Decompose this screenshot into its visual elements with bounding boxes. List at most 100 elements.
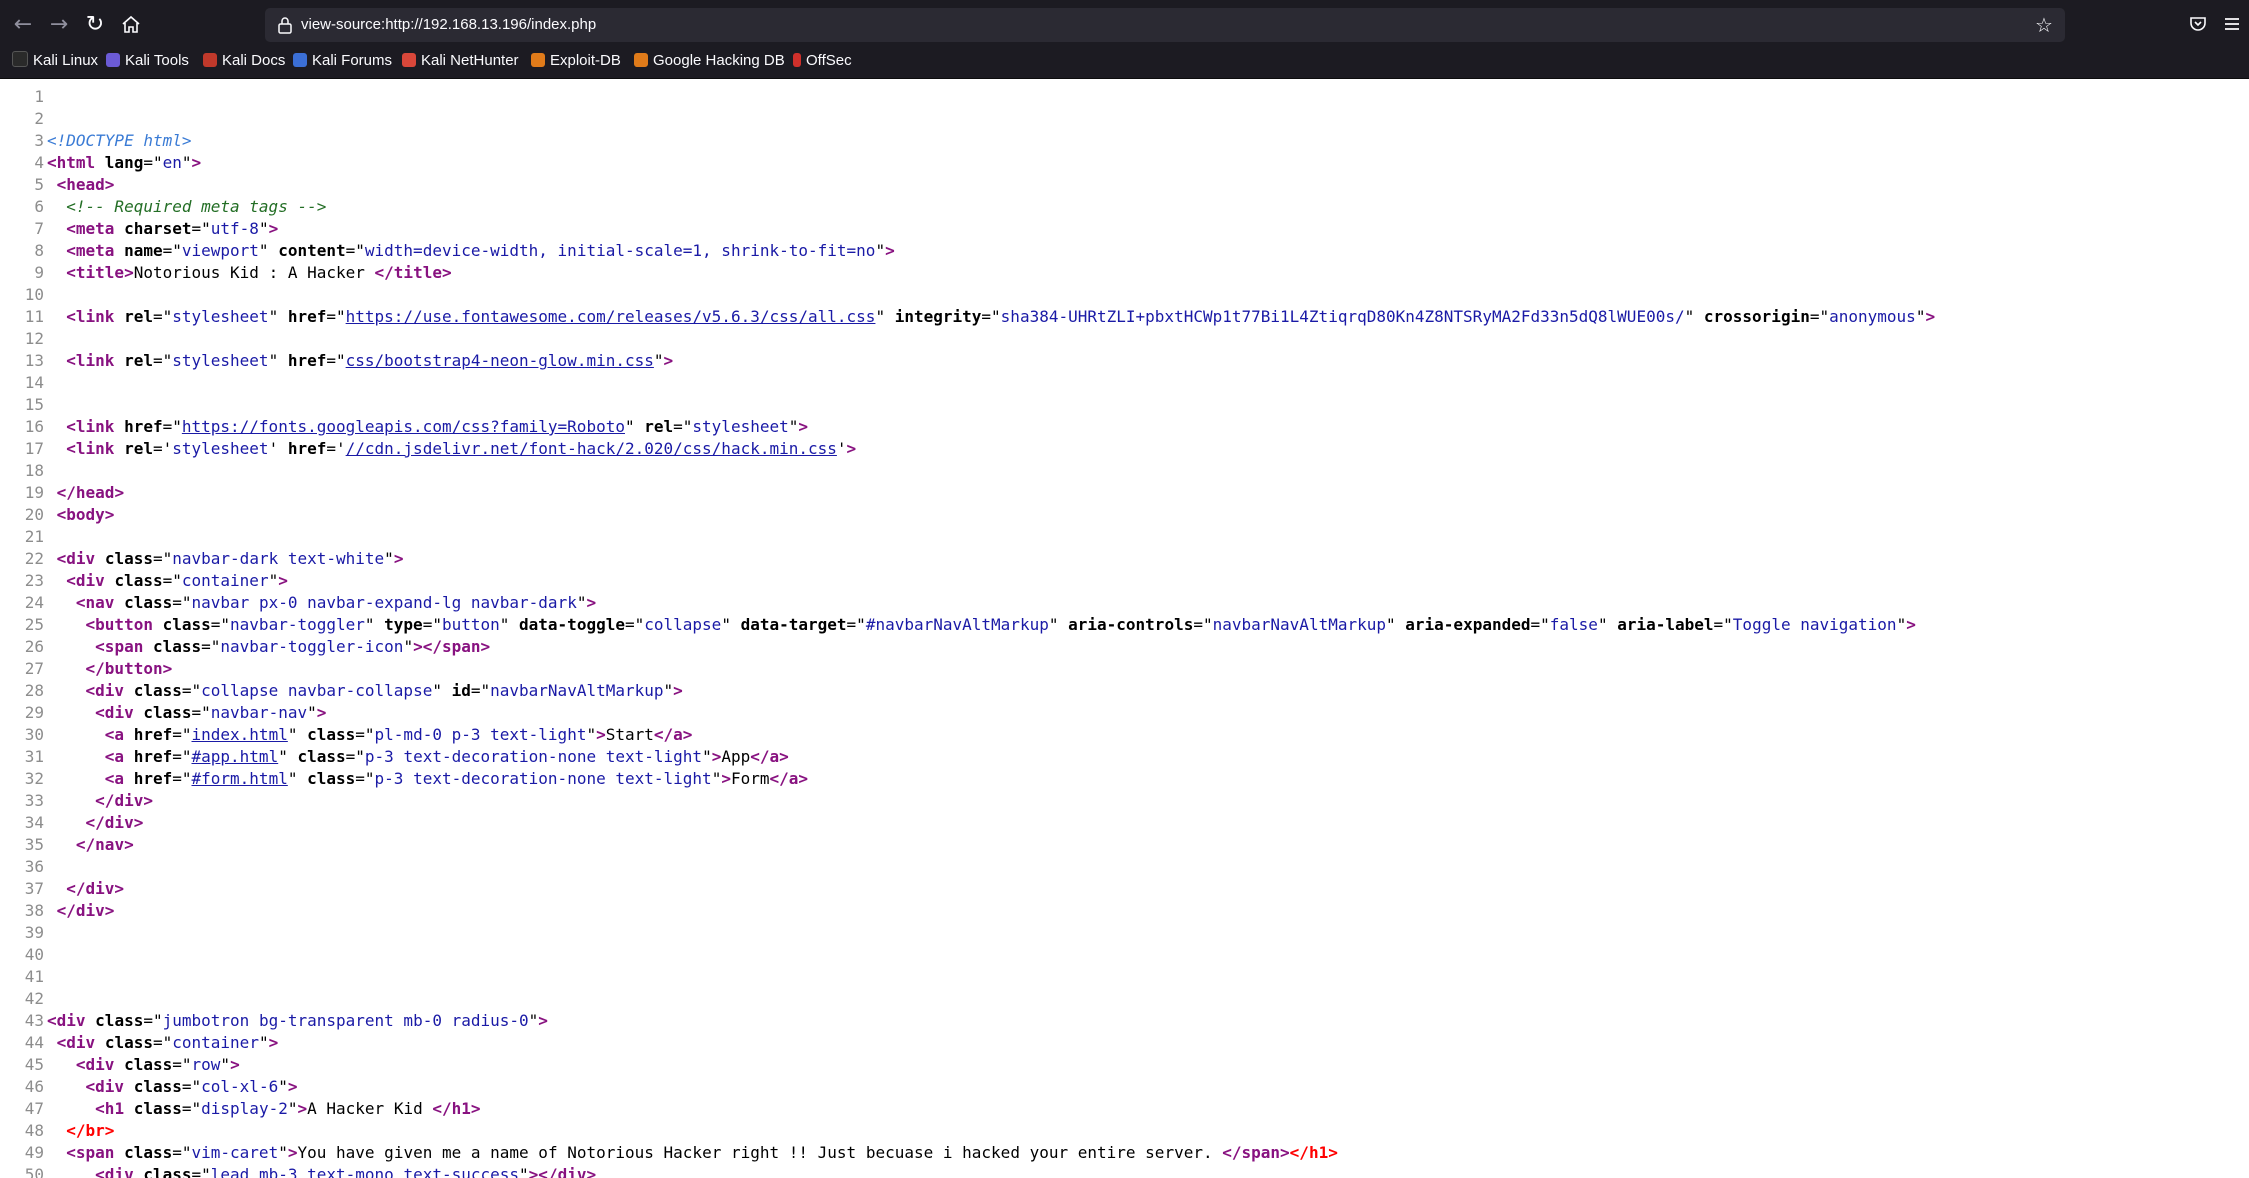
- source-token: stylesheet: [172, 351, 269, 370]
- source-token: type: [384, 615, 423, 634]
- line-code: </br>: [47, 1120, 114, 1142]
- source-token: [47, 659, 86, 678]
- line-number: 22: [24, 549, 44, 568]
- source-line: 26 <span class="navbar-toggler-icon"></s…: [0, 636, 2249, 658]
- source-token: ": [181, 153, 192, 172]
- bookmark-offsec[interactable]: OffSec: [793, 50, 852, 78]
- source-token: ></span>: [413, 637, 491, 656]
- source-token: navbar px-0 navbar-expand-lg navbar-dark: [191, 593, 577, 612]
- source-token: aria-label: [1617, 615, 1714, 634]
- source-line: 41: [0, 966, 2249, 988]
- source-token: href: [133, 725, 173, 744]
- line-number: 18: [24, 461, 44, 480]
- line-number: 42: [24, 989, 44, 1008]
- source-token: ": [307, 703, 317, 722]
- back-icon[interactable]: ←: [10, 12, 36, 38]
- source-link[interactable]: https://use.fontawesome.com/releases/v5.…: [346, 307, 876, 326]
- source-token: </span>: [1222, 1143, 1290, 1162]
- line-code: <html lang="en">: [47, 152, 201, 174]
- source-token: =": [172, 593, 192, 612]
- source-token: name: [124, 241, 163, 260]
- source-token: href: [133, 769, 173, 788]
- source-token: ": [788, 417, 799, 436]
- source-token: [47, 615, 86, 634]
- source-line: 48 </br>: [0, 1120, 2249, 1142]
- source-token: ": [624, 417, 645, 436]
- source-token: =": [162, 241, 182, 260]
- source-token: =': [152, 439, 173, 458]
- page-info-icon[interactable]: [277, 16, 293, 34]
- source-link[interactable]: https://fonts.googleapis.com/css?family=…: [182, 417, 625, 436]
- source-token: aria-controls: [1068, 615, 1194, 634]
- source-token: class: [143, 703, 192, 722]
- source-token: utf-8: [210, 219, 259, 238]
- bookmark-kali-linux[interactable]: Kali Linux: [12, 50, 98, 78]
- source-token: collapse: [644, 615, 722, 634]
- bookmark-kali-tools[interactable]: Kali Tools: [106, 50, 189, 78]
- line-number: 11: [24, 307, 44, 326]
- source-token: ": [403, 637, 414, 656]
- line-number: 7: [34, 219, 44, 238]
- source-token: #navbarNavAltMarkup: [865, 615, 1049, 634]
- source-token: >: [287, 1077, 298, 1096]
- home-icon[interactable]: [118, 12, 144, 38]
- menu-icon[interactable]: [2222, 14, 2244, 36]
- source-line: 11 <link rel="stylesheet" href="https://…: [0, 306, 2249, 328]
- source-token: [47, 703, 95, 722]
- forward-icon[interactable]: →: [46, 12, 72, 38]
- source-token: =": [181, 1077, 202, 1096]
- bookmark-kali-forums[interactable]: Kali Forums: [293, 50, 392, 78]
- source-line: 23 <div class="container">: [0, 570, 2249, 592]
- source-link[interactable]: #form.html: [192, 769, 288, 788]
- source-token: =": [181, 681, 202, 700]
- source-token: >: [798, 417, 809, 436]
- line-number: 19: [24, 483, 44, 502]
- kali-nethunter-icon: [402, 53, 416, 67]
- source-token: button: [441, 615, 500, 634]
- url-bar[interactable]: view-source:http://192.168.13.196/index.…: [265, 8, 2065, 42]
- source-token: App: [721, 747, 751, 766]
- line-code: <meta charset="utf-8">: [47, 218, 278, 240]
- source-line: 33 </div>: [0, 790, 2249, 812]
- source-token: </button>: [85, 659, 173, 678]
- source-token: </nav>: [75, 835, 134, 854]
- source-token: <body>: [56, 505, 115, 524]
- source-token: data-toggle: [519, 615, 625, 634]
- source-token: [47, 791, 95, 810]
- line-code: <span class="navbar-toggler-icon"></span…: [47, 636, 490, 658]
- source-link[interactable]: #app.html: [192, 747, 279, 766]
- line-number: 8: [34, 241, 44, 260]
- pocket-icon[interactable]: [2188, 14, 2210, 36]
- source-token: [47, 219, 66, 238]
- source-link[interactable]: css/bootstrap4-neon-glow.min.css: [346, 351, 654, 370]
- bookmark-kali-docs[interactable]: Kali Docs: [203, 50, 285, 78]
- line-number: 27: [24, 659, 44, 678]
- kali-linux-icon: [12, 51, 28, 67]
- source-link[interactable]: index.html: [192, 725, 288, 744]
- bookmark-google-hacking-db[interactable]: Google Hacking DB: [634, 50, 785, 78]
- source-token: [47, 769, 105, 788]
- line-code: <!DOCTYPE html>: [47, 130, 192, 152]
- source-token: col-xl-6: [201, 1077, 279, 1096]
- source-link[interactable]: //cdn.jsdelivr.net/font-hack/2.020/css/h…: [346, 439, 837, 458]
- source-token: >: [846, 439, 857, 458]
- reload-icon[interactable]: ↻: [82, 12, 108, 38]
- bookmark-exploit-db[interactable]: Exploit-DB: [531, 50, 621, 78]
- source-token: href: [133, 747, 173, 766]
- source-token: ": [1386, 615, 1406, 634]
- url-text[interactable]: view-source:http://192.168.13.196/index.…: [301, 8, 596, 42]
- source-token: [47, 483, 57, 502]
- source-line: 19 </head>: [0, 482, 2249, 504]
- source-token: ></div>: [528, 1165, 597, 1178]
- line-number: 35: [24, 835, 44, 854]
- source-token: ": [278, 1077, 288, 1096]
- source-token: <html: [47, 153, 105, 172]
- source-token: =": [326, 307, 346, 326]
- bookmark-kali-nethunter[interactable]: Kali NetHunter: [402, 50, 519, 78]
- bookmark-star-icon[interactable]: ☆: [2033, 14, 2055, 36]
- source-token: </a>: [750, 747, 789, 766]
- source-token: ": [258, 241, 279, 260]
- source-token: class: [297, 747, 346, 766]
- line-number: 20: [24, 505, 44, 524]
- source-line: 16 <link href="https://fonts.googleapis.…: [0, 416, 2249, 438]
